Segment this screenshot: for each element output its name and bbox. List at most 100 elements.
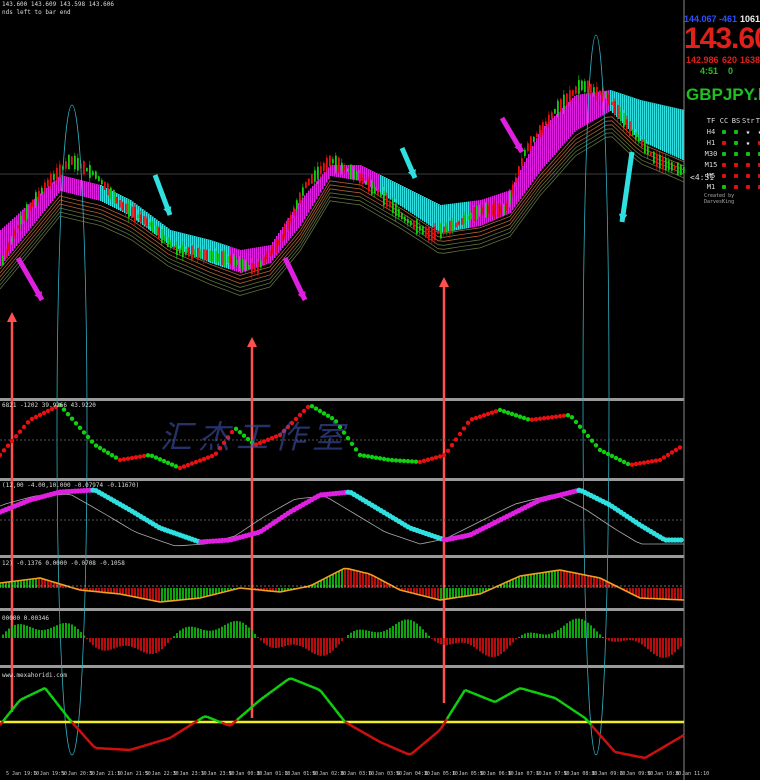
cloud-bar [390, 180, 392, 200]
cloud-bar [66, 176, 68, 193]
osc-segment [20, 696, 25, 701]
osc-dot [657, 457, 663, 463]
osc-segment [680, 733, 685, 738]
cloud-bar [380, 175, 382, 194]
trading-chart[interactable]: 143.600 143.609 143.598 143.606 nds left… [0, 0, 760, 780]
osc-segment [569, 706, 574, 712]
osc-segment [365, 732, 370, 737]
candle-body [665, 158, 667, 170]
candle-body [83, 161, 85, 175]
cloud-bar [670, 106, 672, 155]
osc-segment [173, 732, 178, 737]
cloud-bar [574, 96, 576, 133]
cloud-bar [550, 120, 552, 160]
cloud-bar [138, 206, 140, 222]
osc-dot [197, 458, 203, 463]
osc-dot [77, 425, 83, 431]
status-dot-red [754, 139, 760, 147]
osc-dot [69, 416, 75, 421]
candle-body [176, 245, 178, 255]
candle-body [269, 250, 271, 257]
cloud-bar [302, 197, 304, 223]
osc-segment [344, 720, 349, 725]
osc-dot [477, 414, 483, 419]
osc-dot [309, 404, 315, 409]
candle-body [65, 161, 67, 169]
candle-body [656, 154, 658, 167]
osc-segment [509, 690, 514, 695]
osc-segment [188, 723, 193, 728]
osc-segment [323, 694, 328, 700]
osc-segment [44, 687, 49, 693]
cloud-bar [556, 114, 558, 153]
dashboard-tf-label: M1 [706, 182, 716, 191]
osc-segment [596, 730, 601, 736]
chart-canvas[interactable] [0, 0, 760, 780]
candle-body [551, 112, 553, 119]
osc-dot [417, 459, 423, 465]
osc-segment [260, 696, 265, 701]
cloud-bar [396, 183, 398, 204]
osc-segment [236, 716, 241, 721]
cloud-bar [400, 185, 402, 206]
osc-dot [457, 431, 463, 437]
osc-dot [605, 451, 611, 457]
osc-dot [561, 413, 567, 418]
osc-dot [493, 409, 499, 414]
osc-segment [38, 688, 43, 693]
candle-body [527, 143, 529, 152]
cloud-bar [566, 104, 568, 142]
candle-body [149, 221, 151, 227]
bar-timer-text: nds left to bar end [2, 9, 71, 16]
osc-dot [557, 414, 563, 419]
osc-segment [389, 745, 394, 749]
osc-dot [21, 424, 27, 430]
candle-body [233, 256, 235, 267]
osc-dot [149, 453, 155, 459]
cloud-bar [576, 94, 578, 131]
cloud-bar [468, 201, 470, 229]
pane-separator [0, 665, 684, 668]
osc-segment [149, 741, 154, 746]
cloud-bar [42, 191, 44, 214]
osc-segment [533, 690, 538, 695]
cloud-bar [78, 179, 80, 196]
osc-dot [529, 417, 535, 422]
candle-body [137, 214, 139, 219]
candle-body [5, 249, 7, 259]
osc-segment [674, 737, 679, 742]
candle-body [599, 90, 601, 95]
osc-dot [305, 404, 311, 410]
osc-dot [517, 414, 523, 419]
candle-body [56, 167, 58, 181]
osc-segment [632, 754, 637, 758]
osc-segment [329, 702, 334, 708]
cloud-bar [398, 184, 400, 205]
osc-segment [653, 749, 658, 754]
osc-dot [189, 461, 195, 466]
osc-segment [662, 744, 667, 749]
osc-dot [313, 406, 319, 411]
osc-segment [575, 710, 580, 716]
osc-dot [541, 416, 547, 421]
status-dot-green [718, 128, 730, 136]
candle-timer: 4:51 [700, 66, 719, 76]
status-dot-red [730, 183, 742, 191]
trend-dot [678, 537, 684, 543]
cloud-bar [572, 98, 574, 135]
osc-segment [524, 688, 529, 692]
osc-dot [553, 414, 559, 419]
dashboard-tf-label: M15 [704, 160, 718, 169]
candle-body [278, 240, 280, 245]
candle-body [110, 187, 112, 199]
cloud-bar [466, 201, 468, 229]
cloud-bar [548, 122, 550, 162]
candle-body [158, 227, 160, 239]
candle-body [248, 265, 250, 270]
osc-segment [608, 744, 613, 750]
candle-body [311, 174, 313, 184]
cloud-bar [96, 184, 98, 200]
candle-body [116, 196, 118, 204]
osc-segment [611, 747, 616, 753]
cloud-bar [638, 99, 640, 139]
